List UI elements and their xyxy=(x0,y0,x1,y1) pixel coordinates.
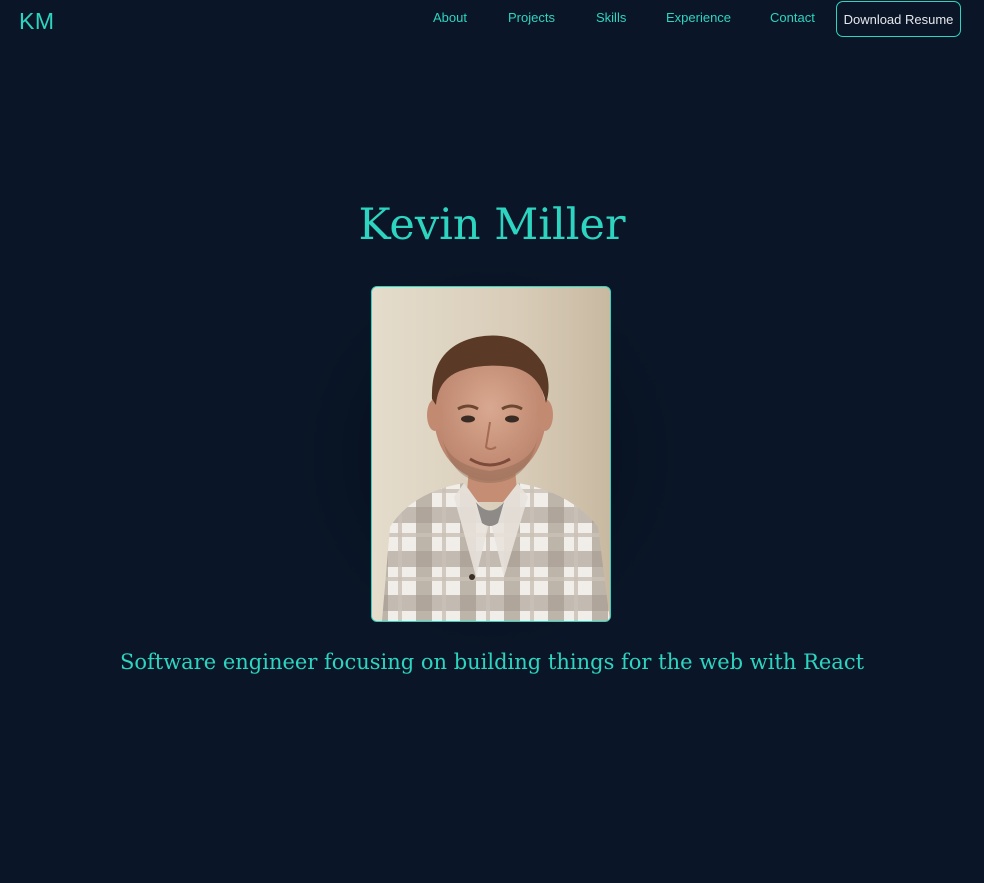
profile-photo xyxy=(371,286,611,622)
nav-link-contact[interactable]: Contact xyxy=(770,10,815,25)
nav-link-about[interactable]: About xyxy=(433,10,467,25)
hero-tagline: Software engineer focusing on building t… xyxy=(119,650,865,674)
navbar: KM About Projects Skills Experience Cont… xyxy=(0,0,984,40)
profile-photo-icon xyxy=(372,287,610,621)
nav-link-projects[interactable]: Projects xyxy=(508,10,555,25)
download-resume-button[interactable]: Download Resume xyxy=(836,1,961,37)
nav-link-skills[interactable]: Skills xyxy=(596,10,626,25)
hero-name: Kevin Miller xyxy=(358,200,626,250)
nav-link-experience[interactable]: Experience xyxy=(666,10,731,25)
